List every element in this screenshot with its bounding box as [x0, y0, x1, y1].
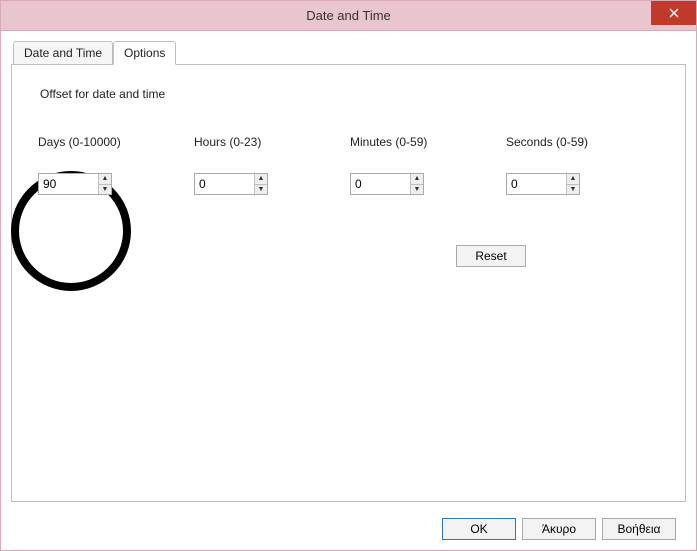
input-minutes[interactable]: [351, 174, 410, 194]
spinner-btns-seconds: ▲ ▼: [566, 174, 579, 194]
chevron-down-icon: ▼: [570, 186, 577, 193]
spinner-btns-days: ▲ ▼: [98, 174, 111, 194]
chevron-up-icon: ▲: [258, 175, 265, 182]
close-icon: [669, 8, 679, 18]
field-hours: Hours (0-23) ▲ ▼: [194, 135, 294, 195]
spinner-down-days[interactable]: ▼: [99, 185, 111, 195]
spinner-minutes: ▲ ▼: [350, 173, 424, 195]
dialog-content: Date and Time Options Offset for date an…: [1, 31, 696, 550]
chevron-up-icon: ▲: [570, 175, 577, 182]
spinner-btns-hours: ▲ ▼: [254, 174, 267, 194]
cancel-button[interactable]: Άκυρο: [522, 518, 596, 540]
dialog-window: Date and Time Date and Time Options Offs…: [0, 0, 697, 551]
input-seconds[interactable]: [507, 174, 566, 194]
section-title: Offset for date and time: [40, 87, 659, 101]
tab-options[interactable]: Options: [113, 41, 176, 65]
dialog-footer: OK Άκυρο Βοήθεια: [11, 508, 686, 550]
field-days: Days (0-10000) ▲ ▼: [38, 135, 138, 195]
label-days: Days (0-10000): [38, 135, 138, 149]
spinner-up-seconds[interactable]: ▲: [567, 174, 579, 185]
titlebar: Date and Time: [1, 1, 696, 31]
spinner-down-hours[interactable]: ▼: [255, 185, 267, 195]
spinner-up-minutes[interactable]: ▲: [411, 174, 423, 185]
tab-date-and-time[interactable]: Date and Time: [13, 41, 113, 65]
ok-button[interactable]: OK: [442, 518, 516, 540]
field-minutes: Minutes (0-59) ▲ ▼: [350, 135, 450, 195]
reset-row: Reset: [38, 245, 659, 267]
spinner-hours: ▲ ▼: [194, 173, 268, 195]
chevron-down-icon: ▼: [258, 186, 265, 193]
input-hours[interactable]: [195, 174, 254, 194]
spinner-down-minutes[interactable]: ▼: [411, 185, 423, 195]
close-button[interactable]: [651, 1, 696, 25]
tab-bar: Date and Time Options: [13, 41, 686, 65]
label-hours: Hours (0-23): [194, 135, 294, 149]
options-panel: Offset for date and time Days (0-10000) …: [11, 64, 686, 502]
field-seconds: Seconds (0-59) ▲ ▼: [506, 135, 606, 195]
chevron-down-icon: ▼: [102, 186, 109, 193]
label-minutes: Minutes (0-59): [350, 135, 450, 149]
spinner-down-seconds[interactable]: ▼: [567, 185, 579, 195]
offset-fields-row: Days (0-10000) ▲ ▼ Hours (0-23): [38, 135, 659, 195]
reset-button[interactable]: Reset: [456, 245, 526, 267]
chevron-up-icon: ▲: [414, 175, 421, 182]
window-title: Date and Time: [1, 8, 696, 23]
spinner-days: ▲ ▼: [38, 173, 112, 195]
spinner-up-hours[interactable]: ▲: [255, 174, 267, 185]
spinner-btns-minutes: ▲ ▼: [410, 174, 423, 194]
chevron-down-icon: ▼: [414, 186, 421, 193]
input-days[interactable]: [39, 174, 98, 194]
label-seconds: Seconds (0-59): [506, 135, 606, 149]
help-button[interactable]: Βοήθεια: [602, 518, 676, 540]
chevron-up-icon: ▲: [102, 175, 109, 182]
spinner-up-days[interactable]: ▲: [99, 174, 111, 185]
spinner-seconds: ▲ ▼: [506, 173, 580, 195]
